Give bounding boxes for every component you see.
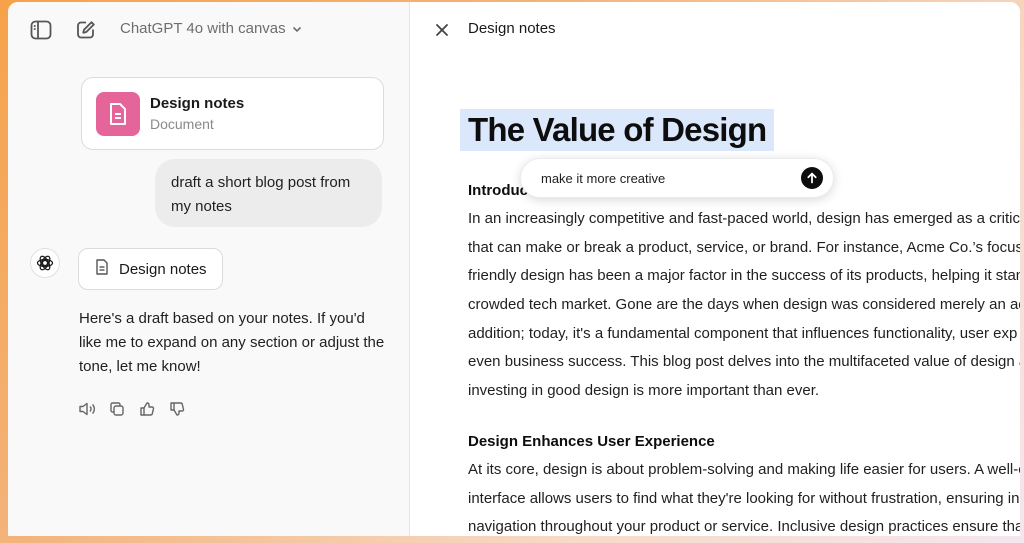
model-picker[interactable]: ChatGPT 4o with canvas [120, 20, 302, 37]
app-window: ChatGPT 4o with canvas Design notes Docu… [8, 2, 1020, 536]
sidebar-toggle-icon[interactable] [28, 17, 54, 43]
openai-logo-icon [30, 248, 60, 278]
copy-icon[interactable] [108, 400, 126, 418]
send-button[interactable] [801, 167, 823, 189]
inline-edit-prompt[interactable]: make it more creative [520, 158, 834, 198]
close-icon[interactable] [432, 20, 452, 40]
paragraph-line: investing in good design is more importa… [468, 382, 820, 399]
paragraph-line: even business success. This blog post de… [468, 353, 1020, 370]
assistant-message: Here's a draft based on your notes. If y… [79, 310, 385, 375]
model-picker-label: ChatGPT 4o with canvas [120, 20, 286, 37]
document-card[interactable]: Design notes Document [81, 77, 384, 150]
paragraph-line: interface allows users to find what they… [468, 490, 1020, 507]
chevron-down-icon [292, 20, 302, 37]
new-chat-icon[interactable] [73, 17, 99, 43]
paragraph-line: friendly design has been a major factor … [468, 267, 1020, 284]
paragraph-line: navigation throughout your product or se… [468, 518, 1020, 535]
thumbs-down-icon[interactable] [168, 400, 186, 418]
chat-pane: ChatGPT 4o with canvas Design notes Docu… [8, 2, 410, 536]
speaker-icon[interactable] [78, 400, 96, 418]
document-heading[interactable]: The Value of Design [460, 109, 775, 151]
document-icon [96, 91, 140, 136]
document-chip-label: Design notes [119, 260, 207, 278]
canvas-pane: Design notes The Value of Design make it… [410, 2, 1020, 536]
canvas-title: Design notes [468, 20, 556, 37]
user-message: draft a short blog post from my notes [155, 159, 382, 227]
paragraph-line: crowded tech market. Gone are the days w… [468, 296, 1020, 313]
inline-edit-input[interactable]: make it more creative [541, 171, 665, 186]
document-card-subtitle: Document [150, 116, 214, 132]
paragraph-line: that can make or break a product, servic… [468, 239, 1020, 256]
paragraph-line: addition; today, it's a fundamental comp… [468, 325, 1018, 342]
paragraph-line: At its core, design is about problem-sol… [468, 461, 1020, 478]
paragraph-line: In an increasingly competitive and fast-… [468, 210, 1020, 227]
document-card-title: Design notes [150, 95, 245, 112]
thumbs-up-icon[interactable] [138, 400, 156, 418]
document-chip-icon [95, 259, 109, 279]
section-heading: Design Enhances User Experience [468, 433, 715, 450]
document-chip[interactable]: Design notes [78, 248, 223, 290]
message-actions [78, 400, 186, 418]
